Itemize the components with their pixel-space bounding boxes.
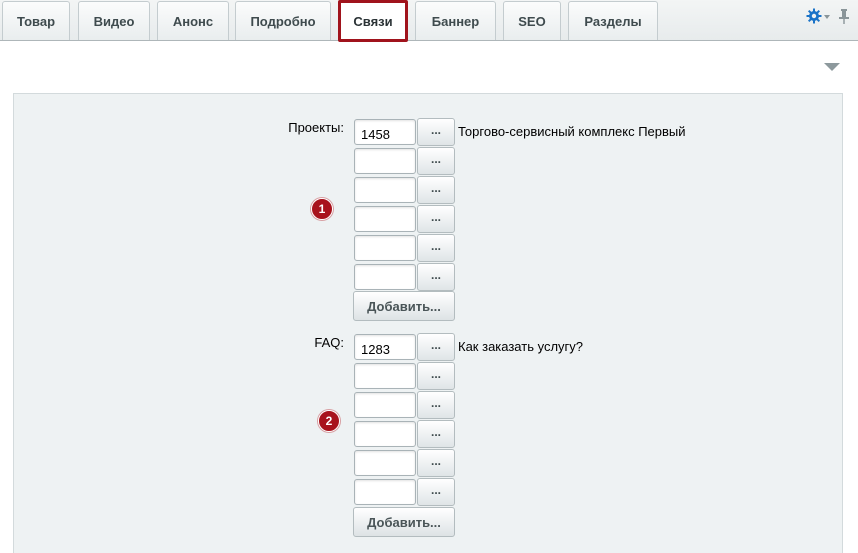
projects-input-2[interactable]: [354, 148, 416, 174]
tab-podrobno[interactable]: Подробно: [235, 1, 331, 40]
projects-select-button-2[interactable]: ...: [417, 147, 455, 175]
projects-add-button[interactable]: Добавить...: [353, 291, 455, 321]
tab-anons[interactable]: Анонс: [157, 1, 229, 40]
tab-tovar[interactable]: Товар: [2, 1, 70, 40]
tab-svyazi[interactable]: Связи: [338, 0, 408, 42]
tab-seo[interactable]: SEO: [503, 1, 561, 40]
pin-icon[interactable]: [838, 8, 850, 27]
projects-input-1[interactable]: [354, 119, 416, 145]
gear-icon: [806, 8, 822, 27]
tab-bar: Товар Видео Анонс Подробно Связи Баннер …: [0, 0, 858, 42]
relations-form: Проекты: 1 ... Торгово-сервисный комплек…: [13, 93, 843, 553]
projects-select-button-3[interactable]: ...: [417, 176, 455, 204]
callout-badge-1: 1: [311, 198, 333, 220]
faq-add-button[interactable]: Добавить...: [353, 507, 455, 537]
projects-label: Проекты:: [288, 120, 344, 135]
tab-tools: [806, 6, 850, 28]
projects-select-button-1[interactable]: ...: [417, 118, 455, 146]
tab-razdely[interactable]: Разделы: [568, 1, 658, 40]
faq-input-5[interactable]: [354, 450, 416, 476]
projects-input-3[interactable]: [354, 177, 416, 203]
faq-input-6[interactable]: [354, 479, 416, 505]
callout-badge-2: 2: [318, 410, 340, 432]
faq-select-button-5[interactable]: ...: [417, 449, 455, 477]
faq-select-button-4[interactable]: ...: [417, 420, 455, 448]
faq-select-button-2[interactable]: ...: [417, 362, 455, 390]
projects-select-button-5[interactable]: ...: [417, 234, 455, 262]
faq-label: FAQ:: [314, 335, 344, 350]
tab-video[interactable]: Видео: [78, 1, 150, 40]
faq-input-4[interactable]: [354, 421, 416, 447]
projects-select-button-6[interactable]: ...: [417, 263, 455, 291]
faq-input-1[interactable]: [354, 334, 416, 360]
faq-select-button-6[interactable]: ...: [417, 478, 455, 506]
projects-linked-name-1: Торгово-сервисный комплекс Первый: [458, 124, 686, 139]
triangle-down-icon[interactable]: [824, 63, 840, 71]
chevron-down-icon: [824, 15, 830, 19]
projects-select-button-4[interactable]: ...: [417, 205, 455, 233]
faq-input-3[interactable]: [354, 392, 416, 418]
tab-banner[interactable]: Баннер: [415, 1, 496, 40]
faq-select-button-1[interactable]: ...: [417, 333, 455, 361]
projects-input-5[interactable]: [354, 235, 416, 261]
faq-input-2[interactable]: [354, 363, 416, 389]
faq-linked-name-1: Как заказать услугу?: [458, 339, 584, 354]
projects-input-4[interactable]: [354, 206, 416, 232]
faq-select-button-3[interactable]: ...: [417, 391, 455, 419]
projects-input-6[interactable]: [354, 264, 416, 290]
settings-button[interactable]: [806, 8, 830, 27]
